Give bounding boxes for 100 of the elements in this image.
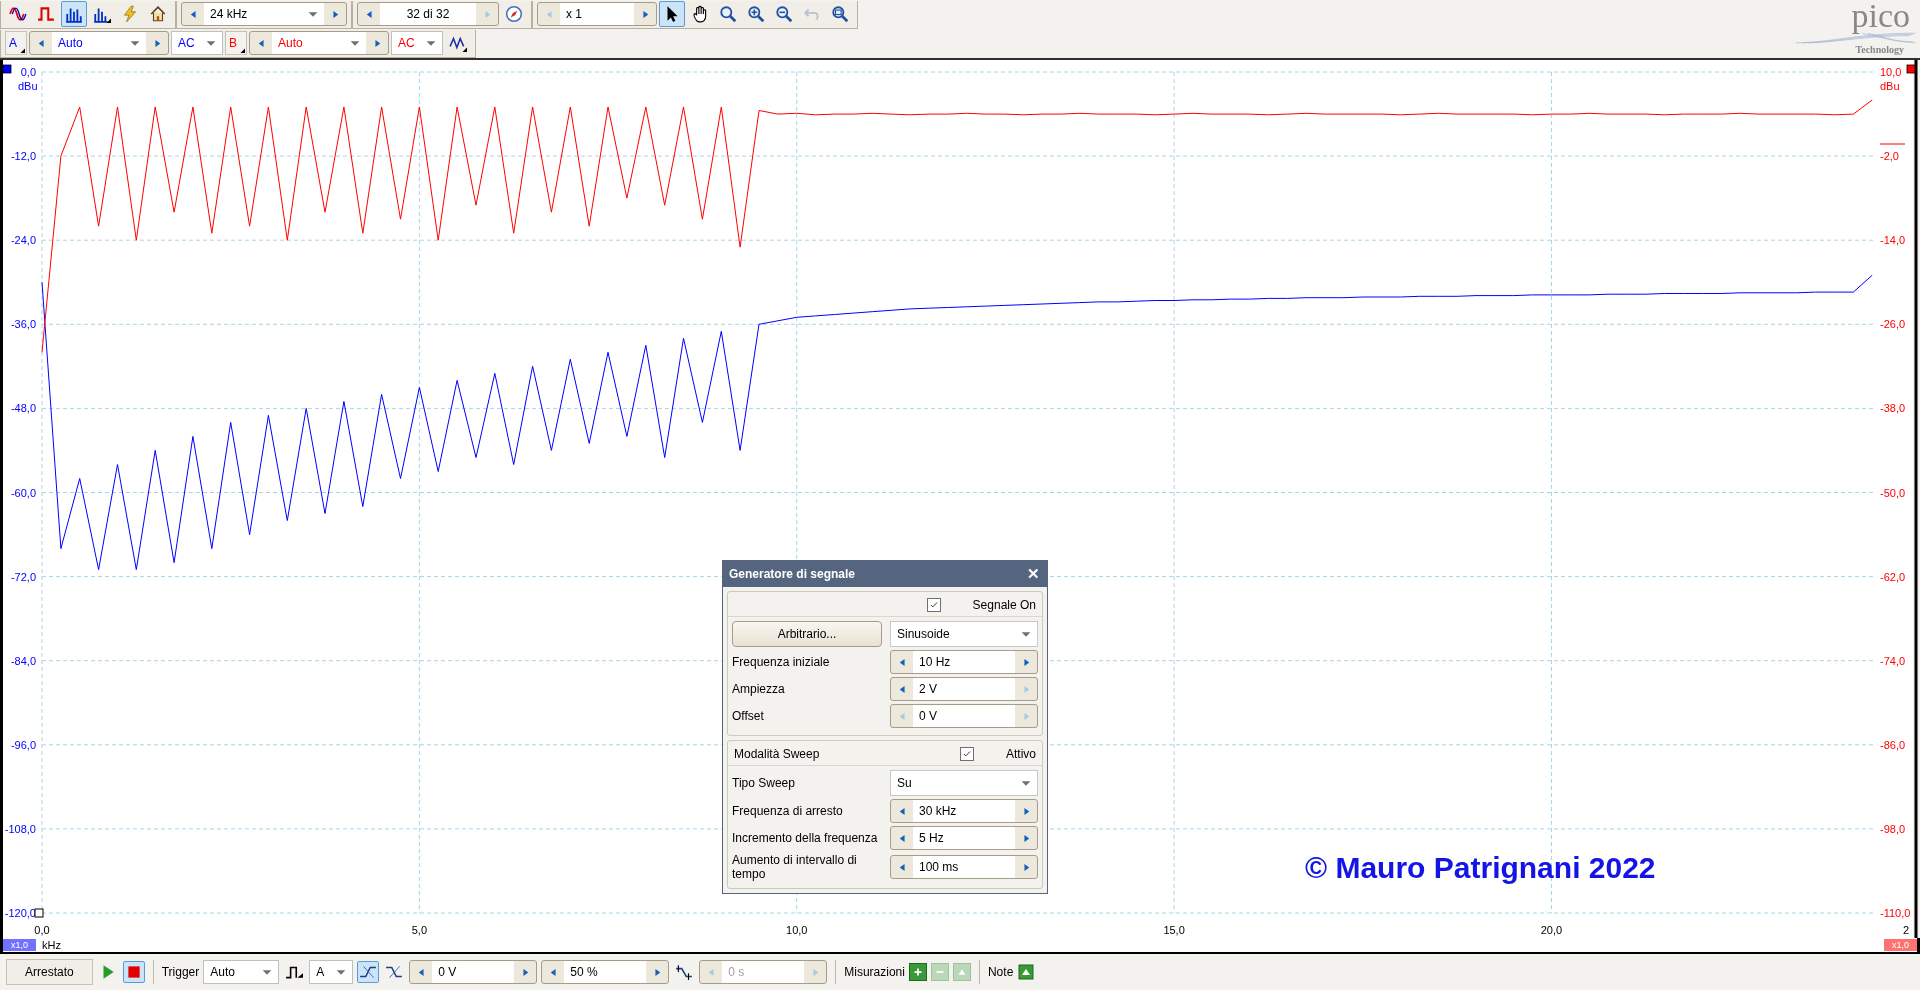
- bar-spectrum-icon: [65, 5, 83, 23]
- check-icon: [928, 600, 939, 610]
- notes-button[interactable]: [1017, 963, 1036, 981]
- y-axis-label: -14,0: [1880, 234, 1906, 247]
- notes-label: Note: [987, 965, 1014, 979]
- copyright-text: © Mauro Patrignani 2022: [1305, 851, 1656, 885]
- range-dropdown[interactable]: 24 kHz: [204, 3, 324, 25]
- y-axis-label: -36,0: [10, 318, 36, 331]
- falling-edge-icon: [385, 963, 404, 981]
- waveform-icon: [449, 34, 467, 52]
- y-axis-label: -50,0: [1880, 486, 1906, 499]
- value-field[interactable]: 10 Hz: [913, 651, 1015, 673]
- x-axis-label: 15,0: [1163, 924, 1185, 936]
- logo-text: pico: [1851, 0, 1911, 32]
- compass-icon: [505, 5, 523, 23]
- y-axis-label: -98,0: [1880, 822, 1906, 835]
- y-axis-label: -72,0: [10, 570, 36, 583]
- channel-button[interactable]: A: [5, 31, 27, 55]
- channel-marker[interactable]: [2, 64, 12, 74]
- trigger-delay-icon: [675, 963, 694, 981]
- value-field[interactable]: 5 Hz: [913, 827, 1015, 849]
- value-field[interactable]: 100 ms: [913, 856, 1015, 878]
- axis-unit: dBu: [18, 80, 38, 92]
- y-axis-label: -96,0: [10, 738, 36, 751]
- field-label: Aumento di intervallo di tempo: [732, 853, 858, 881]
- close-button[interactable]: ✕: [1023, 565, 1043, 583]
- checkbox-label: Attivo: [1006, 747, 1036, 761]
- axis-marker[interactable]: [34, 908, 44, 918]
- y-axis-label: -24,0: [10, 234, 36, 247]
- channel-button[interactable]: B: [225, 31, 247, 55]
- bar-spectrum-icon: [93, 5, 111, 23]
- x-axis-label: 10,0: [786, 924, 808, 936]
- value-field[interactable]: 0 V: [913, 705, 1015, 727]
- zoom-fit-icon: [831, 5, 849, 23]
- magnifier-icon: [719, 5, 737, 23]
- y-axis-label: -84,0: [10, 654, 36, 667]
- y-axis-label: -62,0: [1880, 570, 1906, 583]
- scale-badge: x1,0: [1884, 939, 1917, 951]
- y-axis-label: -74,0: [1880, 654, 1906, 667]
- y-axis-label: -86,0: [1880, 738, 1906, 751]
- stop-button[interactable]: [122, 961, 145, 983]
- checkbox-label: Segnale On: [972, 598, 1036, 612]
- scale-badge: x1,0: [3, 939, 36, 951]
- arbitrary-button[interactable]: Arbitrario...: [732, 621, 882, 647]
- value-field[interactable]: 30 kHz: [913, 800, 1015, 822]
- home-icon: [149, 5, 167, 23]
- logo-swoosh-icon: [1796, 32, 1916, 44]
- measurements-label: Misurazioni: [844, 965, 905, 979]
- zoom-field[interactable]: x 1: [560, 3, 634, 25]
- trigger-mode-dropdown[interactable]: Auto: [203, 960, 280, 984]
- y-axis-label: -110,0: [1880, 907, 1911, 919]
- y-axis-label: -120,0: [4, 907, 36, 919]
- field-label: Frequenza di arresto: [732, 804, 844, 818]
- value-field[interactable]: 0 V: [432, 961, 515, 983]
- trigger-label: Trigger: [161, 965, 200, 979]
- tool-button[interactable]: [659, 1, 685, 27]
- hand-icon: [691, 5, 709, 23]
- lightning-icon: [121, 5, 139, 23]
- coupling-dropdown[interactable]: AC: [391, 31, 443, 55]
- axis-unit: dBu: [1880, 80, 1900, 92]
- coupling-dropdown[interactable]: AC: [171, 31, 223, 55]
- y-axis-label: 0,0: [20, 66, 36, 78]
- x-axis-unit: kHz: [42, 939, 61, 951]
- waveform-dropdown[interactable]: Sinusoide: [890, 621, 1038, 647]
- x-axis-label: 2: [1903, 924, 1910, 936]
- sine-wave-icon: [9, 5, 27, 23]
- edge-button[interactable]: [357, 961, 380, 983]
- y-axis-label: -26,0: [1880, 318, 1906, 331]
- field-label: Tipo Sweep: [732, 776, 796, 790]
- y-axis-label: -108,0: [4, 822, 36, 835]
- range-dropdown[interactable]: Auto: [272, 32, 366, 54]
- status-button[interactable]: Arrestato: [6, 959, 93, 985]
- zoom-in-icon: [747, 5, 765, 23]
- x-axis-label: 20,0: [1540, 924, 1563, 936]
- view-mode-button[interactable]: [61, 1, 87, 27]
- field-label: Offset: [732, 709, 765, 723]
- field-label: Frequenza iniziale: [732, 655, 831, 669]
- range-dropdown[interactable]: Auto: [52, 32, 146, 54]
- y-axis-label: 10,0: [1880, 66, 1902, 78]
- y-axis-label: -2,0: [1880, 150, 1899, 163]
- rising-edge-icon: [359, 963, 378, 981]
- capture-field[interactable]: 32 di 32: [380, 3, 476, 25]
- dialog-title: Generatore di segnale: [729, 567, 856, 581]
- section-title: Modalità Sweep: [734, 747, 820, 761]
- value-field[interactable]: 50 %: [564, 961, 647, 983]
- channel-marker[interactable]: [1906, 64, 1916, 74]
- field-label: Incremento della frequenza: [732, 831, 879, 845]
- measurement-button[interactable]: [908, 963, 927, 981]
- y-axis-label: -38,0: [1880, 402, 1906, 415]
- x-axis-label: 0,0: [34, 924, 50, 936]
- caret-icon: [239, 47, 245, 53]
- square-pulse-icon: [37, 5, 55, 23]
- value-field[interactable]: 2 V: [913, 678, 1015, 700]
- trigger-channel-dropdown[interactable]: A: [309, 960, 354, 984]
- zoom-out-icon: [775, 5, 793, 23]
- check-icon: [962, 749, 972, 759]
- checkbox[interactable]: [960, 747, 974, 761]
- checkbox[interactable]: [926, 598, 941, 612]
- logo-tagline: Technology: [1855, 44, 1905, 55]
- sweep-type-dropdown[interactable]: Su: [890, 770, 1038, 796]
